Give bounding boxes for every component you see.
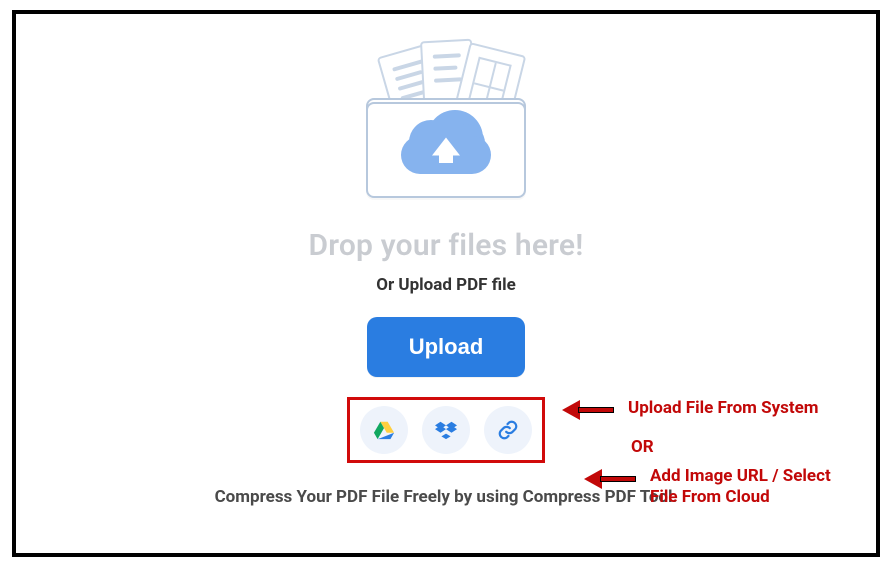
cloud-upload-icon	[401, 116, 491, 174]
dropbox-icon	[435, 419, 457, 441]
cloud-sources-row	[360, 406, 532, 454]
annotation-upload-system: Upload File From System	[564, 397, 819, 420]
google-drive-button[interactable]	[360, 406, 408, 454]
annotation-label: Add Image URL / Select File From Cloud	[650, 466, 831, 509]
folder-icon	[366, 102, 526, 198]
or-upload-text: Or Upload PDF file	[16, 275, 876, 295]
link-icon	[497, 419, 519, 441]
upload-panel: Drop your files here! Or Upload PDF file…	[16, 42, 876, 581]
url-link-button[interactable]	[484, 406, 532, 454]
arrow-left-icon	[564, 400, 614, 420]
annotation-label: Upload File From System	[628, 398, 819, 419]
upload-button[interactable]: Upload	[367, 317, 526, 377]
dropbox-button[interactable]	[422, 406, 470, 454]
upload-illustration	[356, 42, 536, 212]
drop-hint: Drop your files here!	[16, 228, 876, 263]
google-drive-icon	[373, 419, 395, 441]
arrow-left-icon	[586, 469, 636, 489]
annotation-cloud: Add Image URL / Select File From Cloud	[586, 466, 831, 509]
app-frame: Drop your files here! Or Upload PDF file…	[12, 10, 880, 557]
cloud-sources-highlight	[347, 397, 545, 463]
annotation-or: OR	[631, 437, 654, 458]
